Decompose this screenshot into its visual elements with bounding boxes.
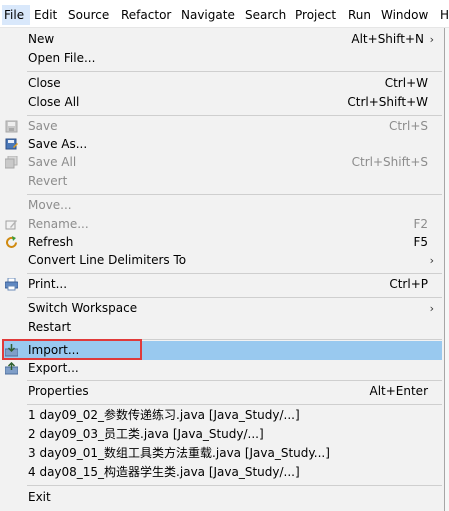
menu-separator xyxy=(27,194,442,195)
menu-item-label: Revert xyxy=(28,174,68,188)
menu-item-restart[interactable]: Restart xyxy=(0,318,444,337)
recent-file-item[interactable]: 4 day08_15_构造器学生类.java [Java_Study/...] xyxy=(0,463,444,482)
menu-item-label: Open File... xyxy=(28,51,96,65)
menu-item-label: Export... xyxy=(28,361,79,375)
shortcut-label: F5 xyxy=(413,235,428,249)
menu-item-save-all[interactable]: Save All Ctrl+Shift+S xyxy=(0,153,444,172)
rename-icon xyxy=(5,220,17,230)
menu-item-label: Close xyxy=(28,76,61,90)
menu-item-properties[interactable]: Properties Alt+Enter xyxy=(0,382,444,401)
menu-item-refresh[interactable]: Refresh F5 xyxy=(0,233,444,252)
menu-run[interactable]: Run xyxy=(348,5,371,25)
menu-separator xyxy=(27,404,442,405)
menu-separator xyxy=(27,380,442,381)
menu-separator xyxy=(27,115,442,116)
menu-separator xyxy=(27,71,442,72)
menu-item-label: Save As... xyxy=(28,137,88,151)
menu-edit[interactable]: Edit xyxy=(34,5,57,25)
menu-bar: File Edit Source Refactor Navigate Searc… xyxy=(0,0,449,28)
recent-file-label: 1 day09_02_参数传递练习.java [Java_Study/...] xyxy=(28,408,300,422)
recent-file-item[interactable]: 1 day09_02_参数传递练习.java [Java_Study/...] xyxy=(0,406,444,425)
menu-item-convert-line-delimiters[interactable]: Convert Line Delimiters To › xyxy=(0,251,444,270)
menu-item-export[interactable]: Export... xyxy=(0,359,444,378)
menu-item-label: Convert Line Delimiters To xyxy=(28,253,187,267)
menu-item-label: Rename... xyxy=(28,217,89,231)
menu-navigate[interactable]: Navigate xyxy=(181,5,235,25)
menu-separator xyxy=(27,273,442,274)
editor-background xyxy=(445,28,449,511)
submenu-arrow-icon: › xyxy=(429,33,434,46)
menu-item-close-all[interactable]: Close All Ctrl+Shift+W xyxy=(0,93,444,112)
recent-file-item[interactable]: 2 day09_03_员工类.java [Java_Study/...] xyxy=(0,425,444,444)
save-as-icon xyxy=(5,138,18,150)
save-all-icon xyxy=(5,156,18,169)
menu-window[interactable]: Window xyxy=(381,5,428,25)
menu-item-save-as[interactable]: Save As... xyxy=(0,135,444,154)
shortcut-label: Ctrl+S xyxy=(388,119,428,133)
menu-item-label: Refresh xyxy=(28,235,74,249)
export-icon xyxy=(5,362,18,375)
menu-source[interactable]: Source xyxy=(68,5,109,25)
menu-item-label: Move... xyxy=(28,198,72,212)
shortcut-label: Ctrl+Shift+W xyxy=(347,95,428,109)
shortcut-label: Ctrl+P xyxy=(389,277,428,291)
menu-item-close[interactable]: Close Ctrl+W xyxy=(0,74,444,93)
menu-item-new[interactable]: New Alt+Shift+N › xyxy=(0,30,444,49)
save-icon xyxy=(5,120,18,133)
shortcut-label: Ctrl+Shift+S xyxy=(351,155,428,169)
shortcut-label: Alt+Enter xyxy=(369,384,428,398)
menu-item-label: Exit xyxy=(28,490,51,504)
menu-item-label: Restart xyxy=(28,320,72,334)
menu-item-switch-workspace[interactable]: Switch Workspace › xyxy=(0,299,444,318)
menu-item-move[interactable]: Move... xyxy=(0,196,444,215)
shortcut-label: Alt+Shift+N xyxy=(351,32,424,46)
refresh-icon xyxy=(6,236,17,248)
recent-file-item[interactable]: 3 day09_01_数组工具类方法重载.java [Java_Study...… xyxy=(0,444,444,463)
menu-item-label: Properties xyxy=(28,384,89,398)
menu-item-label: Save All xyxy=(28,155,77,169)
recent-file-label: 2 day09_03_员工类.java [Java_Study/...] xyxy=(28,427,264,441)
menu-item-rename[interactable]: Rename... F2 xyxy=(0,215,444,234)
shortcut-label: F2 xyxy=(413,217,428,231)
menu-item-open-file[interactable]: Open File... xyxy=(0,49,444,68)
menu-item-print[interactable]: Print... Ctrl+P xyxy=(0,275,444,294)
shortcut-label: Ctrl+W xyxy=(384,76,428,90)
recent-file-label: 3 day09_01_数组工具类方法重载.java [Java_Study...… xyxy=(28,446,330,460)
menu-item-revert[interactable]: Revert xyxy=(0,172,444,191)
menu-item-label: Print... xyxy=(28,277,68,291)
menu-item-label: Save xyxy=(28,119,58,133)
recent-file-label: 4 day08_15_构造器学生类.java [Java_Study/...] xyxy=(28,465,300,479)
menu-separator xyxy=(27,339,442,340)
menu-item-import[interactable]: Import... xyxy=(3,341,442,360)
file-menu-dropdown: New Alt+Shift+N › Open File... Close Ctr… xyxy=(0,28,445,511)
print-icon xyxy=(5,278,18,291)
menu-item-label: Import... xyxy=(28,343,80,357)
menu-file[interactable]: File xyxy=(2,5,30,25)
menu-item-label: New xyxy=(28,32,55,46)
menu-item-label: Close All xyxy=(28,95,80,109)
menu-item-label: Switch Workspace xyxy=(28,301,138,315)
menu-help[interactable]: H xyxy=(440,5,449,25)
menu-refactor[interactable]: Refactor xyxy=(121,5,171,25)
menu-separator xyxy=(27,297,442,298)
submenu-arrow-icon: › xyxy=(429,254,434,267)
menu-project[interactable]: Project xyxy=(295,5,336,25)
menu-item-save[interactable]: Save Ctrl+S xyxy=(0,117,444,136)
menu-search[interactable]: Search xyxy=(245,5,286,25)
menu-item-exit[interactable]: Exit xyxy=(0,488,444,507)
menu-separator xyxy=(27,485,442,486)
submenu-arrow-icon: › xyxy=(429,302,434,315)
import-icon xyxy=(5,344,18,357)
